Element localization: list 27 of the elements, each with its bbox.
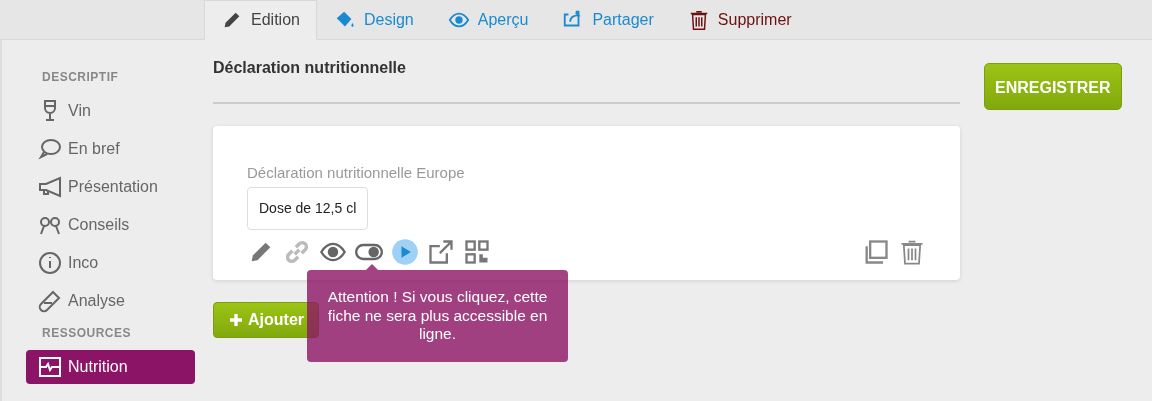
tab[interactable]: Supprimer xyxy=(670,0,809,40)
info-icon xyxy=(38,251,62,275)
tooltip-arrow xyxy=(366,264,378,270)
sidebar-item[interactable]: Analyse xyxy=(26,284,195,318)
tab[interactable]: Design xyxy=(316,0,431,40)
plus-icon xyxy=(228,311,244,328)
section-heading: RESSOURCES xyxy=(41,325,133,342)
test-tube-icon xyxy=(38,289,62,313)
sidebar-item[interactable]: Vin xyxy=(26,94,195,128)
play-icon[interactable] xyxy=(391,237,419,266)
sidebar-item[interactable]: Nutrition xyxy=(26,350,195,384)
speech-bubble-icon xyxy=(38,137,62,161)
sidebar-item[interactable]: Conseils xyxy=(26,208,195,242)
tab[interactable]: Edition xyxy=(204,0,317,40)
field-label: Déclaration nutritionnelle Europe xyxy=(247,163,466,183)
section-heading: DESCRIPTIF xyxy=(41,69,120,86)
tab[interactable]: Aperçu xyxy=(430,0,546,40)
value-field[interactable]: Dose de 12,5 cl xyxy=(247,186,369,230)
tab[interactable]: Partager xyxy=(545,0,671,40)
sidebar-item[interactable]: Présentation xyxy=(26,170,195,204)
section-title: Déclaration nutritionnelle xyxy=(213,56,960,104)
pulse-icon xyxy=(38,355,62,379)
sidebar-item[interactable]: En bref xyxy=(26,132,195,166)
qr-code-icon[interactable] xyxy=(463,237,491,266)
external-link-icon[interactable] xyxy=(427,237,455,266)
megaphone-icon xyxy=(38,175,62,199)
sidebar-item[interactable]: Inco xyxy=(26,246,195,280)
